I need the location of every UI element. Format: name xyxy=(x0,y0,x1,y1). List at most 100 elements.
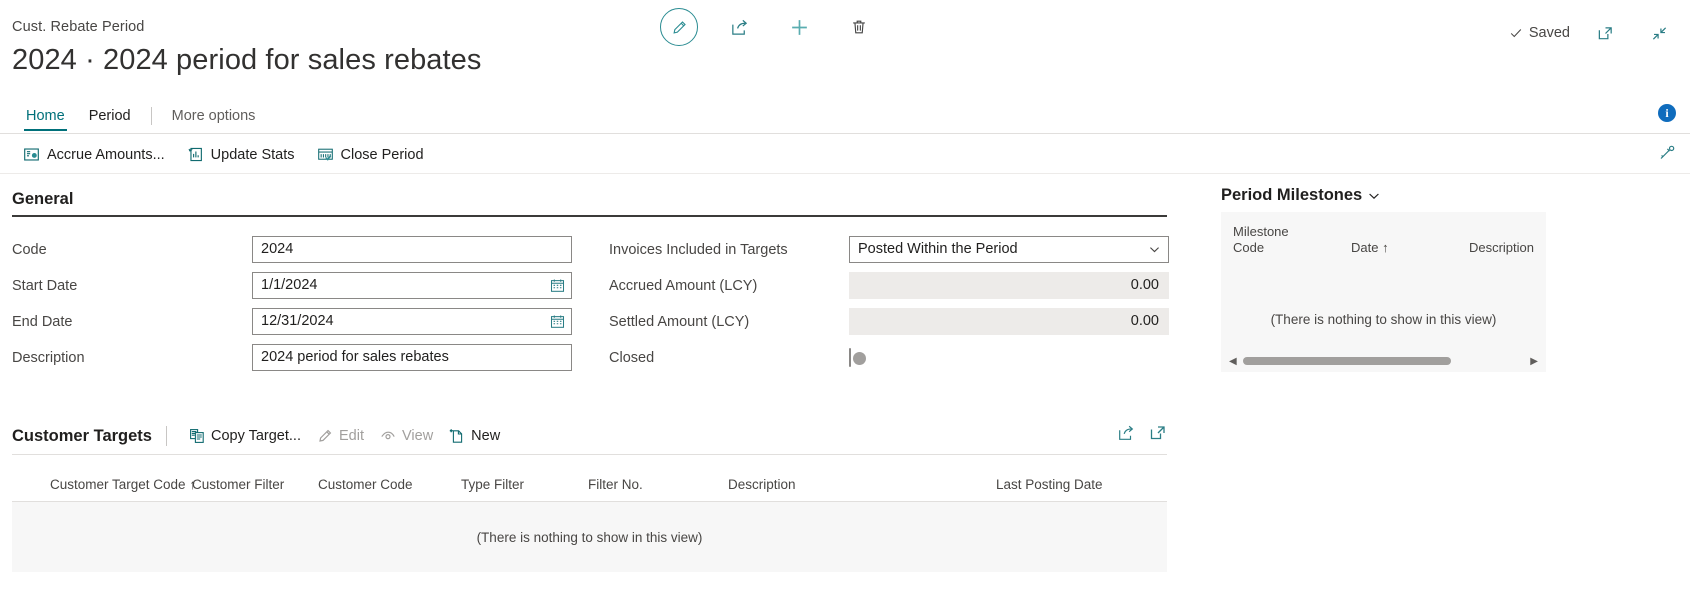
center-action-group xyxy=(660,8,878,46)
field-settled-amount-label: Settled Amount (LCY) xyxy=(609,313,750,330)
collapse-arrows-icon xyxy=(1651,25,1668,42)
column-milestone-code: Milestone Code xyxy=(1233,224,1351,256)
leader-dots xyxy=(664,350,845,365)
breadcrumb: Cust. Rebate Period xyxy=(12,19,145,35)
new-target-label: New xyxy=(471,428,501,444)
view-eye-icon xyxy=(380,428,396,444)
update-stats-button[interactable]: Update Stats xyxy=(178,141,304,168)
delete-button[interactable] xyxy=(840,8,878,46)
info-badge[interactable]: i xyxy=(1658,104,1676,122)
action-bar: Accrue Amounts... Update Stats Close Per… xyxy=(0,135,1690,174)
column-description[interactable]: Description xyxy=(728,477,996,492)
end-date-input[interactable]: 12/31/2024 xyxy=(252,308,572,335)
accrue-amounts-button[interactable]: Accrue Amounts... xyxy=(14,141,174,168)
field-closed-control xyxy=(849,347,1169,367)
field-code-label: Code xyxy=(12,241,47,258)
customer-targets-header-actions xyxy=(1117,424,1167,442)
customer-targets-table: Customer Target Code ↑ Customer Filter C… xyxy=(12,468,1167,572)
field-code-control: 2024 xyxy=(252,236,572,263)
update-stats-label: Update Stats xyxy=(210,146,295,163)
start-date-input[interactable]: 1/1/2024 xyxy=(252,272,572,299)
invoices-included-select[interactable]: Posted Within the Period xyxy=(849,236,1169,263)
customer-targets-table-body: (There is nothing to show in this view) xyxy=(12,502,1167,572)
field-end-date: End Date 12/31/2024 xyxy=(12,304,572,339)
copy-target-button[interactable]: Copy Target... xyxy=(181,424,309,448)
share-button[interactable] xyxy=(1117,424,1135,442)
new-target-button[interactable]: New xyxy=(441,424,508,448)
scroll-left-arrow-icon[interactable]: ◀ xyxy=(1229,356,1237,367)
column-date[interactable]: Date ↑ xyxy=(1351,224,1441,256)
field-invoices-included-label: Invoices Included in Targets xyxy=(609,241,788,258)
field-end-date-control: 12/31/2024 xyxy=(252,308,572,335)
closed-toggle[interactable] xyxy=(849,347,866,367)
leader-dots xyxy=(56,242,248,257)
period-milestones-factbox: Period Milestones Milestone Code Date ↑ … xyxy=(1221,186,1546,372)
collapse-button[interactable] xyxy=(1640,14,1678,52)
period-milestones-header[interactable]: Period Milestones xyxy=(1221,186,1546,205)
code-input[interactable]: 2024 xyxy=(252,236,572,263)
accrue-amounts-label: Accrue Amounts... xyxy=(47,146,165,163)
description-input[interactable]: 2024 period for sales rebates xyxy=(252,344,572,371)
scrollbar-thumb[interactable] xyxy=(1242,357,1452,365)
column-date-label: Date ↑ xyxy=(1351,240,1389,255)
chevron-down-icon[interactable] xyxy=(1146,241,1163,258)
new-button[interactable] xyxy=(780,8,818,46)
field-invoices-included: Invoices Included in Targets Posted With… xyxy=(609,232,1169,267)
field-description-control: 2024 period for sales rebates xyxy=(252,344,572,371)
field-closed-label: Closed xyxy=(609,349,655,366)
column-description[interactable]: Description xyxy=(1441,224,1534,256)
period-milestones-empty-message: (There is nothing to show in this view) xyxy=(1270,312,1497,327)
column-customer-target-code[interactable]: Customer Target Code ↑ xyxy=(12,477,196,492)
field-settled-amount: Settled Amount (LCY) 0.00 xyxy=(609,304,1169,339)
edit-button[interactable] xyxy=(660,8,698,46)
tab-bar: Home Period More options i xyxy=(0,98,1690,134)
calendar-icon[interactable] xyxy=(549,313,566,330)
close-period-button[interactable]: Close Period xyxy=(308,141,433,168)
view-target-button: View xyxy=(372,424,441,448)
plus-icon xyxy=(789,17,810,38)
scroll-right-arrow-icon[interactable]: ▶ xyxy=(1530,356,1538,367)
personalize-button[interactable] xyxy=(1658,144,1676,162)
toggle-knob xyxy=(853,351,866,365)
tab-more-options[interactable]: More options xyxy=(160,101,268,131)
saved-status: Saved xyxy=(1509,25,1570,41)
leader-dots xyxy=(759,314,845,329)
calendar-icon[interactable] xyxy=(549,277,566,294)
column-customer-code[interactable]: Customer Code xyxy=(318,477,461,492)
tab-period[interactable]: Period xyxy=(77,101,143,131)
pencil-icon xyxy=(671,19,688,36)
period-milestones-table-header: Milestone Code Date ↑ Description xyxy=(1221,212,1546,256)
general-right-column: Invoices Included in Targets Posted With… xyxy=(609,232,1169,376)
scrollbar-track[interactable] xyxy=(1242,357,1525,365)
tab-home[interactable]: Home xyxy=(14,101,77,131)
column-customer-filter[interactable]: Customer Filter xyxy=(192,477,318,492)
customer-targets-table-header: Customer Target Code ↑ Customer Filter C… xyxy=(12,468,1167,502)
open-in-excel-button[interactable] xyxy=(1149,424,1167,442)
chevron-down-icon[interactable] xyxy=(1367,189,1381,203)
period-milestones-scrollbar[interactable]: ◀ ▶ xyxy=(1229,355,1538,367)
open-in-new-window-button[interactable] xyxy=(1586,14,1624,52)
leader-dots xyxy=(797,242,845,257)
leader-dots xyxy=(82,314,248,329)
share-button[interactable] xyxy=(720,8,758,46)
column-filter-no[interactable]: Filter No. xyxy=(588,477,728,492)
share-icon xyxy=(1117,424,1135,442)
edit-pencil-icon xyxy=(317,428,333,444)
copy-target-icon xyxy=(189,428,205,444)
column-milestone-code-line2: Code xyxy=(1233,240,1265,255)
general-section-title: General xyxy=(12,190,74,208)
customer-targets-divider xyxy=(165,426,167,446)
customer-targets-header: Customer Targets Copy Target... Edit Vie… xyxy=(12,420,1167,452)
leader-dots xyxy=(87,278,248,293)
field-description-label: Description xyxy=(12,349,85,366)
column-type-filter[interactable]: Type Filter xyxy=(461,477,588,492)
column-last-posting-date[interactable]: Last Posting Date xyxy=(996,477,1146,492)
field-code: Code 2024 xyxy=(12,232,572,267)
close-period-label: Close Period xyxy=(340,146,424,163)
edit-target-label: Edit xyxy=(339,428,364,444)
customer-targets-title: Customer Targets xyxy=(12,426,152,445)
column-description-label: Description xyxy=(1468,240,1534,255)
new-page-icon xyxy=(449,428,465,444)
field-start-date: Start Date 1/1/2024 xyxy=(12,268,572,303)
field-start-date-control: 1/1/2024 xyxy=(252,272,572,299)
